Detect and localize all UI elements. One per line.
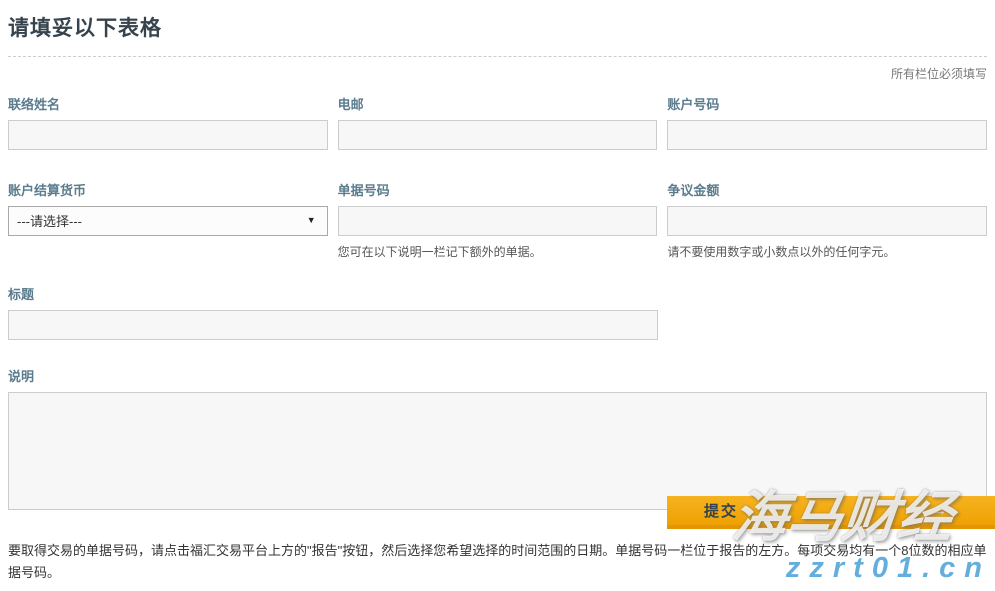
- field-account-number: 账户号码: [667, 94, 987, 150]
- dispute-amount-input[interactable]: [667, 206, 987, 236]
- ticket-number-label: 单据号码: [338, 180, 658, 199]
- required-fields-note: 所有栏位必须填写: [8, 65, 987, 82]
- contact-name-label: 联络姓名: [8, 94, 328, 113]
- account-number-label: 账户号码: [667, 94, 987, 113]
- page-title: 请填妥以下表格: [8, 12, 987, 57]
- description-textarea[interactable]: [8, 392, 987, 510]
- field-email: 电邮: [338, 94, 658, 150]
- submit-button-label: 提交: [704, 503, 738, 520]
- email-label: 电邮: [338, 94, 658, 113]
- dispute-amount-help: 请不要使用数字或小数点以外的任何字元。: [667, 243, 987, 260]
- field-subject: 标题: [8, 284, 987, 340]
- field-description: 说明: [8, 366, 987, 515]
- currency-label: 账户结算货币: [8, 180, 328, 199]
- subject-label: 标题: [8, 284, 987, 303]
- form-row-2: 账户结算货币 ---请选择--- ▼ 单据号码 您可在以下说明一栏记下额外的单据…: [8, 180, 987, 260]
- arrow-right-icon: →: [932, 502, 949, 519]
- submit-button[interactable]: 提交 →: [667, 496, 995, 529]
- currency-select-wrap: ---请选择--- ▼: [8, 206, 328, 236]
- email-field[interactable]: [338, 120, 658, 150]
- contact-name-input[interactable]: [8, 120, 328, 150]
- field-contact-name: 联络姓名: [8, 94, 328, 150]
- field-ticket-number: 单据号码 您可在以下说明一栏记下额外的单据。: [338, 180, 658, 260]
- ticket-number-input[interactable]: [338, 206, 658, 236]
- dispute-amount-label: 争议金额: [667, 180, 987, 199]
- field-currency: 账户结算货币 ---请选择--- ▼: [8, 180, 328, 260]
- currency-select[interactable]: ---请选择---: [8, 206, 328, 236]
- description-label: 说明: [8, 366, 987, 385]
- account-number-input[interactable]: [667, 120, 987, 150]
- form-page: 请填妥以下表格 所有栏位必须填写 联络姓名 电邮 账户号码 账户结算货币 ---…: [0, 0, 995, 515]
- form-row-1: 联络姓名 电邮 账户号码: [8, 94, 987, 150]
- ticket-number-help: 您可在以下说明一栏记下额外的单据。: [338, 243, 658, 260]
- subject-input[interactable]: [8, 310, 658, 340]
- footer-instructions: 要取得交易的单据号码，请点击福汇交易平台上方的"报告"按钮，然后选择您希望选择的…: [8, 540, 987, 584]
- field-dispute-amount: 争议金额 请不要使用数字或小数点以外的任何字元。: [667, 180, 987, 260]
